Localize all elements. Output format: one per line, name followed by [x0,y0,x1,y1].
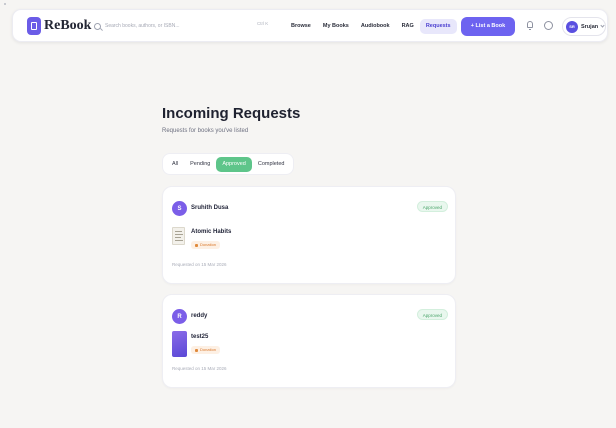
main-nav: Browse My Books Audiobook RAG Requests [285,19,457,34]
nav-my-books[interactable]: My Books [317,19,355,34]
user-name: Srujan [581,23,599,30]
search-icon [94,22,101,30]
page-title: Incoming Requests [162,105,301,122]
book-cover-thumbnail [172,227,185,245]
list-a-book-button[interactable]: + List a Book [461,17,515,36]
search-shortcut-hint: Ctrl K [257,21,269,26]
gift-icon [195,348,198,352]
avatar: R [172,309,187,324]
requester-name: reddy [191,313,208,319]
search-input[interactable] [105,23,245,29]
tab-approved[interactable]: Approved [216,156,252,172]
donation-tag: Donation [191,346,221,354]
tab-all[interactable]: All [166,157,184,172]
search-bar[interactable]: Ctrl K [90,19,280,33]
book-icon[interactable] [27,17,41,35]
book-title: test25 [191,334,209,340]
tab-completed[interactable]: Completed [252,157,291,172]
top-navbar: ReBook Ctrl K Browse My Books Audiobook … [12,9,608,42]
nav-audiobook[interactable]: Audiobook [355,19,396,34]
request-date: Requested on 15 Mar 2026 [172,262,227,267]
page-subtitle: Requests for books you've listed [162,128,249,134]
chat-icon[interactable] [544,21,553,30]
book-cover-thumbnail [172,331,187,357]
donation-label: Donation [200,347,217,352]
app-logo-text[interactable]: ReBook [44,18,91,34]
nav-rag[interactable]: RAG [396,19,420,34]
request-card[interactable]: S Sruhith Dusa Approved Atomic Habits Do… [162,186,456,284]
avatar: SR [566,20,578,33]
status-filter-tabs: All Pending Approved Completed [162,153,295,175]
donation-label: Donation [200,242,217,247]
request-card[interactable]: R reddy Approved test25 Donation Request… [162,294,456,388]
donation-tag: Donation [191,241,221,249]
status-badge: Approved [416,201,448,212]
book-title: Atomic Habits [191,229,232,235]
chevron-down-icon [600,23,605,28]
tab-pending[interactable]: Pending [184,157,216,172]
request-date: Requested on 15 Mar 2026 [172,366,227,371]
bell-icon[interactable] [526,21,534,31]
user-menu[interactable]: SR Srujan [562,17,606,36]
page-dot [4,3,6,5]
gift-icon [195,243,198,247]
status-badge: Approved [416,309,448,320]
nav-browse[interactable]: Browse [285,19,317,34]
avatar: S [172,201,187,216]
requester-name: Sruhith Dusa [191,205,229,211]
nav-requests[interactable]: Requests [419,19,457,34]
